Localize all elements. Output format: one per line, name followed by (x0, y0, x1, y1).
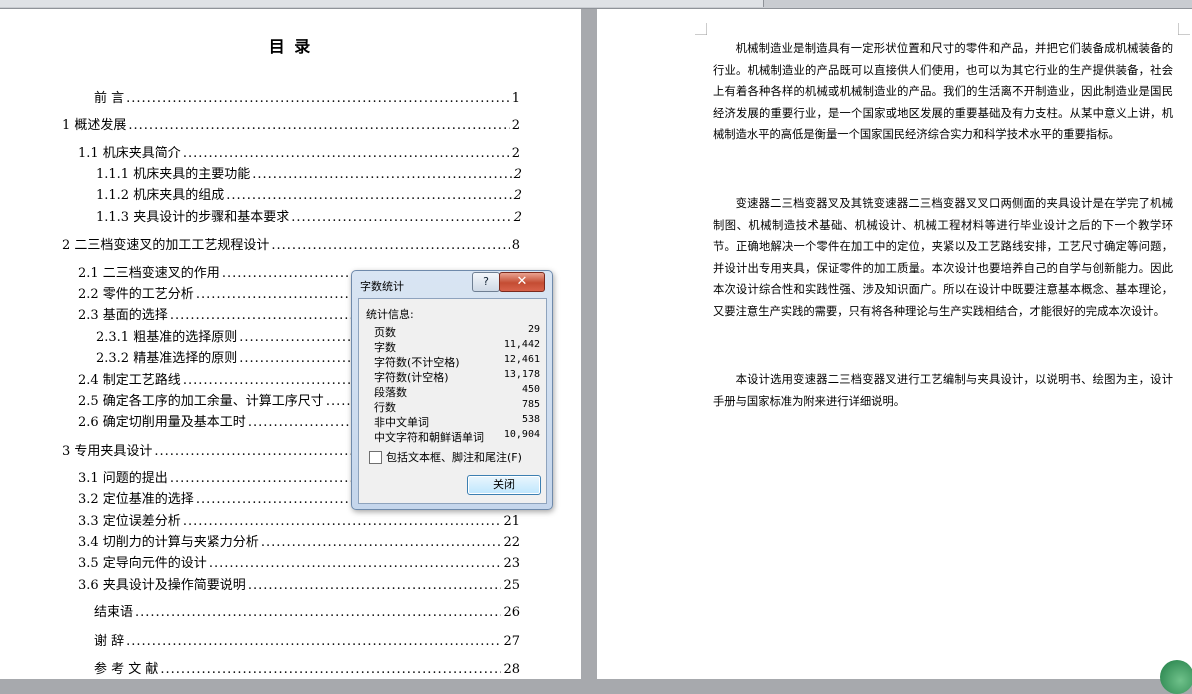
toc-entry-text: 2 二三档变速叉的加工工艺规程设计 (62, 238, 270, 253)
toc-entry-page: 2 (511, 146, 520, 161)
toc-entry-page: 1 (511, 91, 520, 106)
toc-entry-text: 2.3.2 精基准选择的原则 (96, 351, 238, 366)
toc-entry-text: 1 概述发展 (62, 118, 127, 133)
include-textboxes-checkbox[interactable] (369, 451, 382, 464)
toc-entry-page: 22 (503, 535, 520, 550)
toc-entry[interactable]: 3.3 定位误差分析 21 (78, 510, 520, 529)
stat-label: 页数 (374, 326, 396, 339)
body-paragraph[interactable]: 变速器二三档变器叉及其铣变速器二三档变器叉叉口两侧面的夹具设计是在学完了机械制图… (713, 193, 1173, 323)
toc-entry-text: 3 专用夹具设计 (62, 444, 153, 459)
toc-entry-page: 28 (503, 662, 520, 677)
toc-entry-text: 3.1 问题的提出 (78, 471, 168, 486)
toc-entry[interactable]: 结束语 26 (94, 601, 520, 620)
app-badge-icon (1160, 660, 1192, 694)
toc-entry-text: 2.4 制定工艺路线 (78, 373, 181, 388)
toc-entry-page: 21 (503, 514, 520, 529)
toc-entry[interactable]: 谢 辞 27 (94, 630, 520, 649)
stat-row: 字符数(不计空格) 12,461 (374, 354, 540, 369)
toc-entry-text: 2.6 确定切削用量及基本工时 (78, 415, 246, 430)
toc-entry-text: 3.2 定位基准的选择 (78, 492, 194, 507)
toc-entry-text: 1.1.2 机床夹具的组成 (96, 188, 225, 203)
statistics-group-label: 统计信息: (366, 308, 414, 321)
toc-entry-text: 结束语 (94, 605, 134, 620)
include-textboxes-label[interactable]: 包括文本框、脚注和尾注(F) (386, 449, 522, 465)
help-button[interactable]: ? (472, 272, 500, 292)
toc-entry-text: 3.3 定位误差分析 (78, 514, 181, 529)
toc-entry[interactable]: 参 考 文 献 28 (94, 658, 520, 677)
toc-entry-text: 3.5 定导向元件的设计 (78, 556, 207, 571)
stat-value: 13,178 (503, 369, 540, 380)
toc-entry-text: 2.3 基面的选择 (78, 308, 168, 323)
toc-entry-text: 前 言 (94, 91, 125, 106)
stat-value: 785 (521, 399, 540, 410)
stat-row: 字数 11,442 (374, 339, 540, 354)
stat-row: 段落数 450 (374, 384, 540, 399)
stat-row: 行数 785 (374, 399, 540, 414)
toc-entry-text: 2.2 零件的工艺分析 (78, 287, 194, 302)
toc-entry-page: 2 (513, 210, 522, 225)
toc-entry[interactable]: 1 概述发展 2 (62, 114, 520, 133)
toc-entry[interactable]: 3.4 切削力的计算与夹紧力分析 22 (78, 531, 520, 550)
stat-value: 10,904 (503, 429, 540, 440)
toc-entry[interactable]: 前 言 1 (94, 87, 520, 106)
toc-entry-text: 1.1 机床夹具简介 (78, 146, 181, 161)
toc-entry[interactable]: 1.1.1 机床夹具的主要功能 2 (96, 163, 522, 182)
document-page-body: 机械制造业是制造具有一定形状位置和尺寸的零件和产品，并把它们装备成机械装备的行业… (597, 9, 1192, 679)
stat-value: 450 (521, 384, 540, 395)
toc-entry[interactable]: 1.1.2 机床夹具的组成 2 (96, 184, 522, 203)
dialog-body: 统计信息: 页数 29 字数 11,442 字符数(不计空格) 12,461 字符数(… (358, 298, 547, 504)
toc-entry-page: 23 (503, 556, 520, 571)
stat-value: 538 (521, 414, 540, 425)
stat-row: 中文字符和朝鲜语单词 10,904 (374, 429, 540, 444)
stat-value: 12,461 (503, 354, 540, 365)
stat-value: 11,442 (503, 339, 540, 350)
stat-label: 段落数 (374, 386, 407, 399)
toc-entry[interactable]: 2 二三档变速叉的加工工艺规程设计 8 (62, 234, 520, 253)
stat-row: 非中文单词 538 (374, 414, 540, 429)
toc-entry-page: 8 (511, 238, 520, 253)
toc-entry-text: 谢 辞 (94, 634, 125, 649)
toc-entry[interactable]: 1.1 机床夹具简介 2 (78, 142, 520, 161)
stat-label: 中文字符和朝鲜语单词 (374, 431, 484, 444)
close-button[interactable]: 关闭 (467, 475, 541, 495)
toc-entry-page: 26 (503, 605, 520, 620)
stat-label: 行数 (374, 401, 396, 414)
stat-value: 29 (527, 324, 540, 335)
dialog-title: 字数统计 (360, 280, 404, 293)
toc-entry-text: 1.1.1 机床夹具的主要功能 (96, 167, 251, 182)
toc-entry[interactable]: 3.5 定导向元件的设计 23 (78, 552, 520, 571)
stat-row: 页数 29 (374, 324, 540, 339)
stat-label: 非中文单词 (374, 416, 429, 429)
stat-label: 字符数(计空格) (374, 371, 449, 384)
body-paragraph[interactable]: 机械制造业是制造具有一定形状位置和尺寸的零件和产品，并把它们装备成机械装备的行业… (713, 38, 1173, 146)
toc-entry-text: 1.1.3 夹具设计的步骤和基本要求 (96, 210, 290, 225)
toc-entry-text: 2.5 确定各工序的加工余量、计算工序尺寸 (78, 394, 324, 409)
stat-label: 字符数(不计空格) (374, 356, 460, 369)
toc-entry-page: 27 (503, 634, 520, 649)
scrollbar-thumb[interactable] (0, 0, 764, 7)
toc-entry-page: 2 (511, 118, 520, 133)
toc-entry-text: 3.6 夹具设计及操作简要说明 (78, 578, 246, 593)
body-paragraph[interactable]: 本设计选用变速器二三档变器叉进行工艺编制与夹具设计，以说明书、绘图为主，设计手册… (713, 369, 1173, 412)
toc-entry-text: 3.4 切削力的计算与夹紧力分析 (78, 535, 259, 550)
word-count-dialog: 字数统计 ? ✕ 统计信息: 页数 29 字数 11,442 字符数(不计空格) 12… (351, 270, 553, 510)
toc-entry[interactable]: 1.1.3 夹具设计的步骤和基本要求 2 (96, 206, 522, 225)
toc-entry-page: 25 (503, 578, 520, 593)
horizontal-scrollbar[interactable] (0, 0, 1192, 9)
toc-title: 目 录 (268, 37, 313, 56)
toc-entry[interactable]: 3.6 夹具设计及操作简要说明 25 (78, 574, 520, 593)
margin-corner-mark (1178, 23, 1190, 35)
toc-entry-text: 2.1 二三档变速叉的作用 (78, 266, 220, 281)
toc-entry-page: 2 (513, 167, 522, 182)
close-icon[interactable]: ✕ (499, 272, 545, 292)
stat-label: 字数 (374, 341, 396, 354)
stat-row: 字符数(计空格) 13,178 (374, 369, 540, 384)
toc-entry-page: 2 (513, 188, 522, 203)
toc-entry-text: 2.3.1 粗基准的选择原则 (96, 330, 238, 345)
toc-entry-text: 参 考 文 献 (94, 662, 159, 677)
margin-corner-mark (695, 23, 707, 35)
